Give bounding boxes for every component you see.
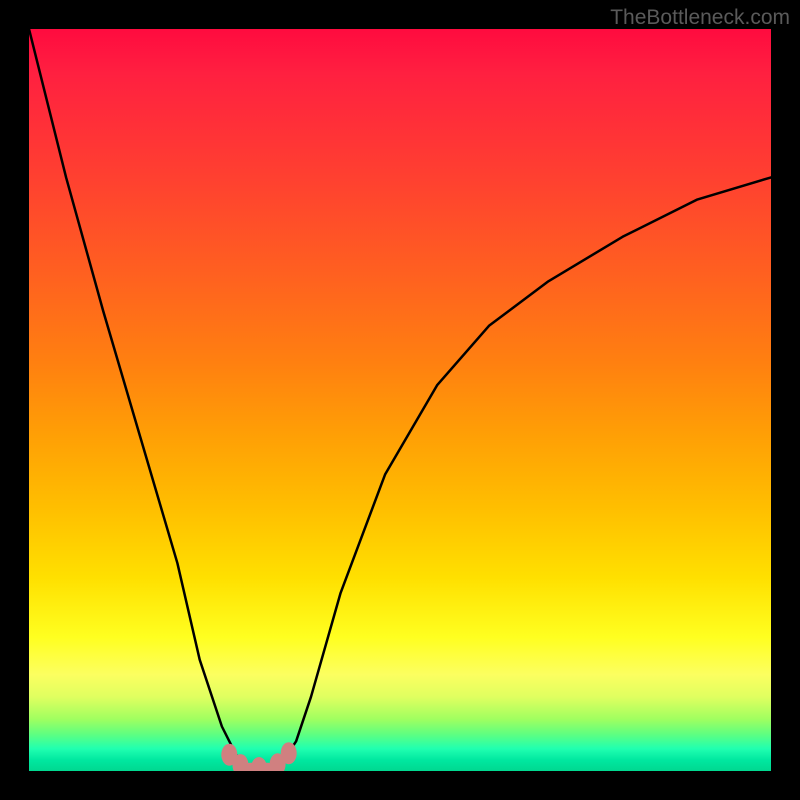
- chart-plot-area: [29, 29, 771, 771]
- curve-minimum-markers: [221, 742, 296, 771]
- watermark-text: TheBottleneck.com: [610, 6, 790, 30]
- bottleneck-curve-line: [29, 29, 771, 771]
- chart-svg: [29, 29, 771, 771]
